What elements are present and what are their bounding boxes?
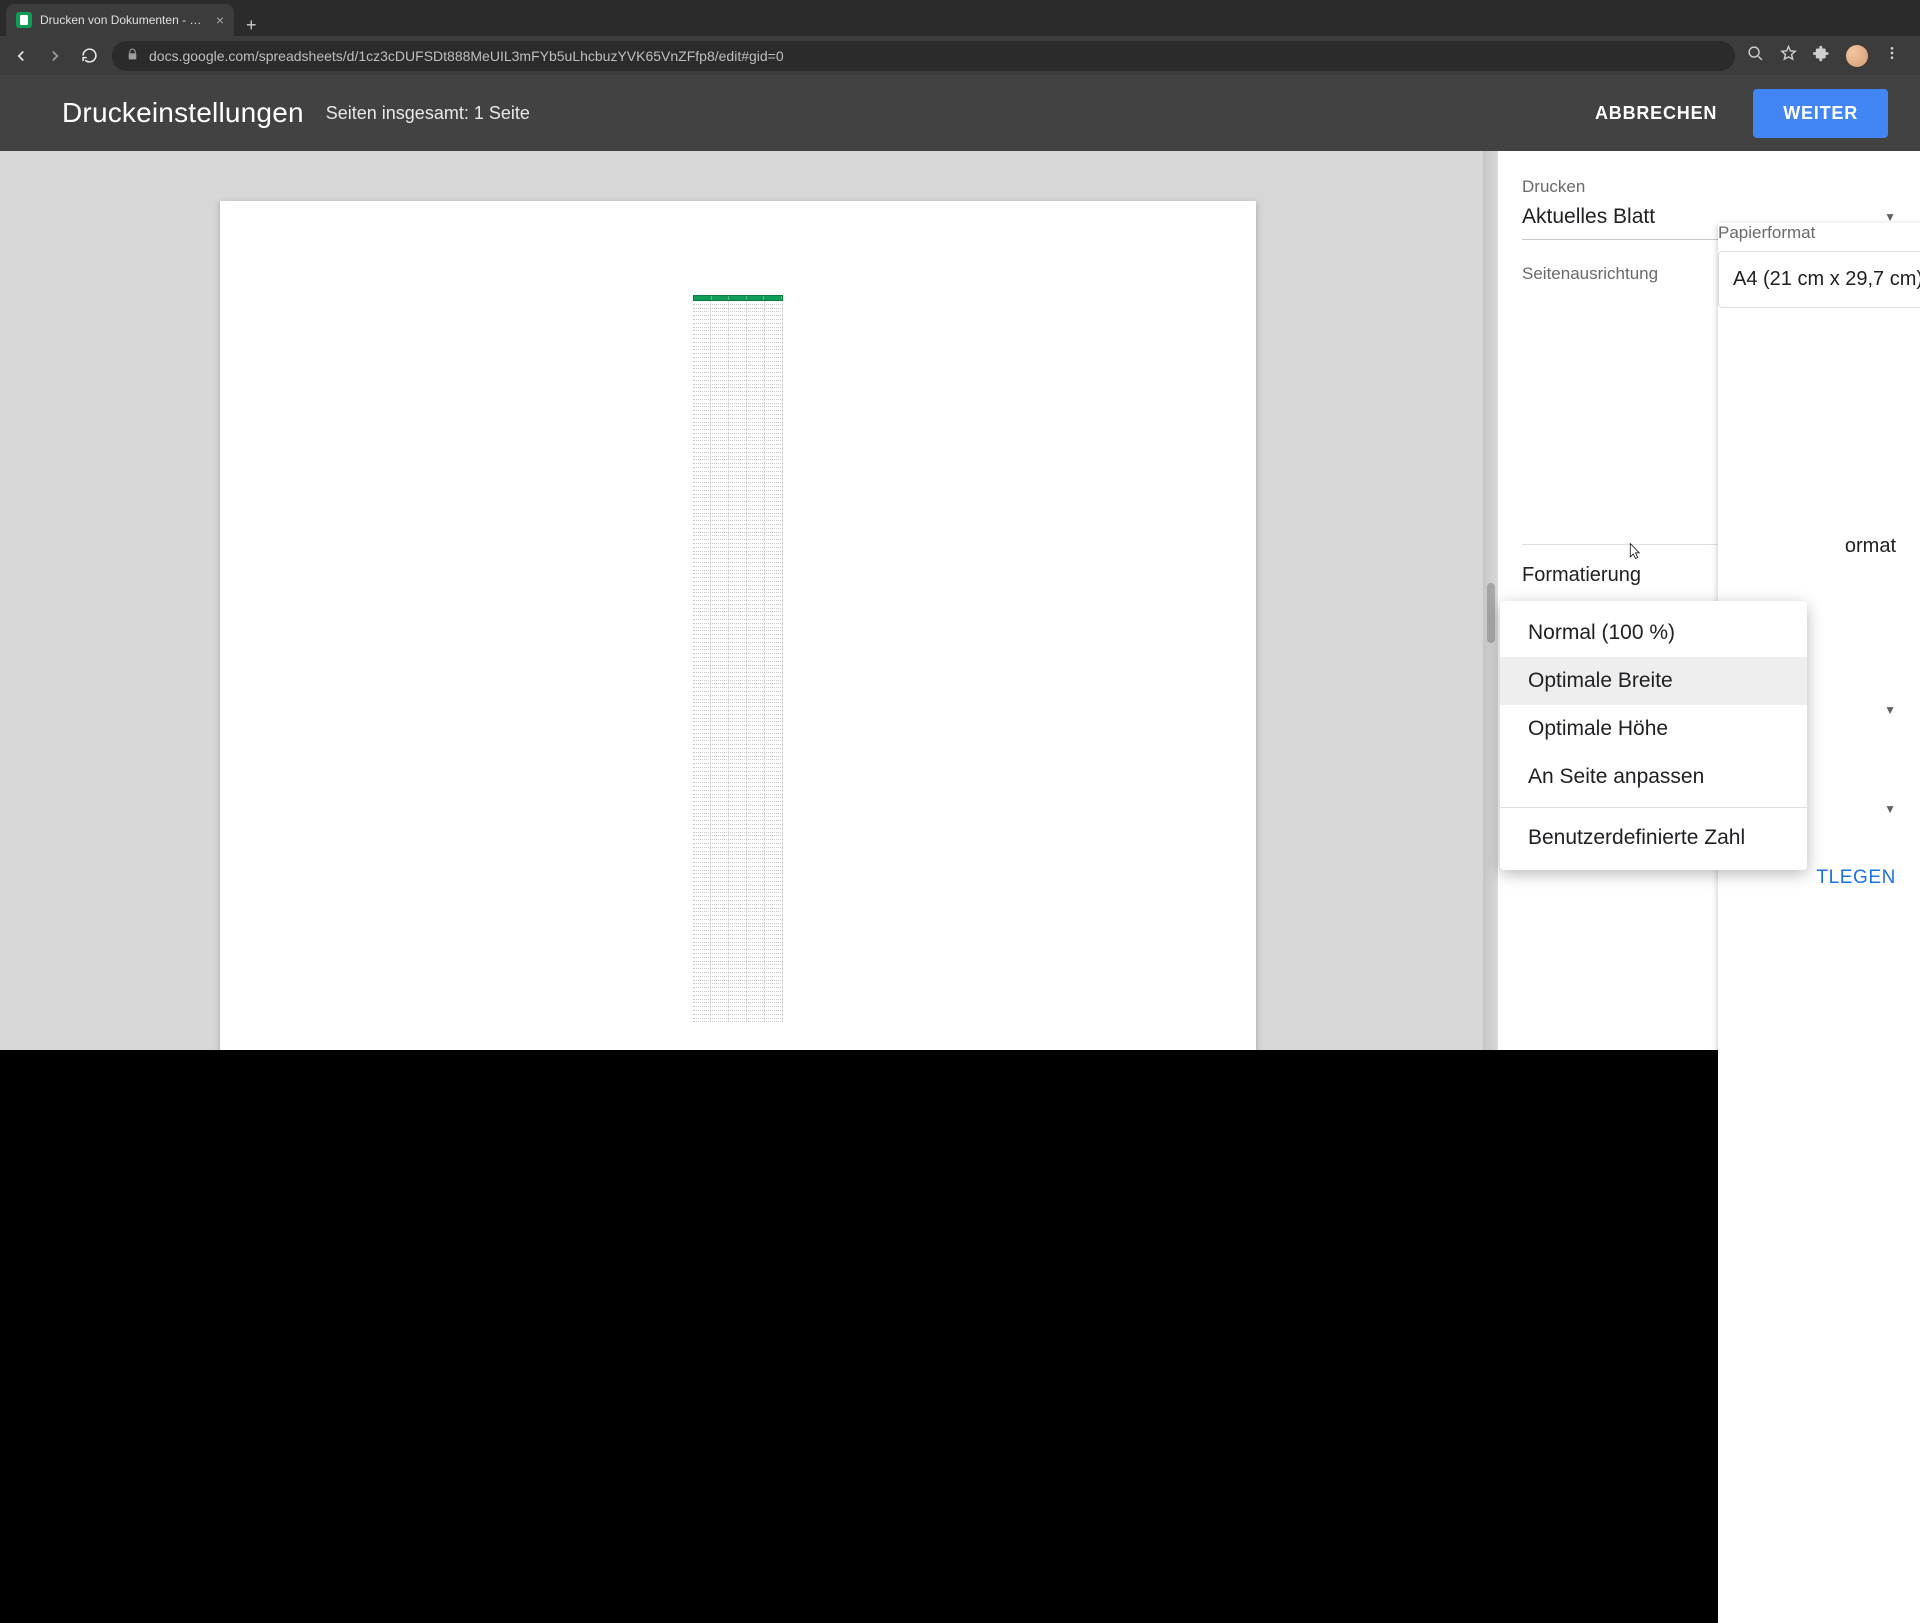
print-target-label: Drucken: [1522, 177, 1896, 197]
next-button[interactable]: WEITER: [1753, 89, 1888, 138]
paper-format-label: Papierformat: [1718, 223, 1920, 243]
main-content: Drucken Aktuelles Blatt ▼ Papierformat A…: [0, 151, 1920, 1050]
set-custom-button-partial[interactable]: TLEGEN: [1816, 867, 1896, 889]
scrollbar-thumb[interactable]: [1487, 583, 1495, 643]
scale-option-normal[interactable]: Normal (100 %): [1500, 609, 1807, 657]
bottom-black-bar: [0, 1050, 1920, 1080]
tab-title: Drucken von Dokumenten - Goo: [40, 13, 208, 27]
chevron-down-icon[interactable]: ▼: [1884, 703, 1896, 717]
orientation-option-peek[interactable]: ormat: [1845, 535, 1896, 558]
scale-dropdown: Normal (100 %) Optimale Breite Optimale …: [1500, 601, 1807, 870]
print-preview[interactable]: [0, 151, 1497, 1050]
tab-bar: Drucken von Dokumenten - Goo × +: [0, 0, 1920, 36]
paper-format-select[interactable]: A4 (21 cm x 29,7 cm) ▼: [1718, 251, 1920, 308]
browser-chrome: Drucken von Dokumenten - Goo × + docs.go…: [0, 0, 1920, 75]
dropdown-divider: [1500, 807, 1807, 808]
browser-tab[interactable]: Drucken von Dokumenten - Goo ×: [6, 4, 234, 36]
back-button[interactable]: [10, 47, 32, 65]
address-bar: docs.google.com/spreadsheets/d/1cz3cDUFS…: [0, 36, 1920, 75]
scale-option-fit-width[interactable]: Optimale Breite: [1500, 657, 1807, 705]
new-tab-button[interactable]: +: [234, 15, 269, 36]
forward-button[interactable]: [44, 47, 66, 65]
bookmark-star-icon[interactable]: [1780, 45, 1797, 67]
reload-button[interactable]: [78, 47, 100, 64]
scale-option-custom[interactable]: Benutzerdefinierte Zahl: [1500, 814, 1807, 862]
url-text: docs.google.com/spreadsheets/d/1cz3cDUFS…: [149, 48, 784, 64]
paper-format-group: Papierformat A4 (21 cm x 29,7 cm) ▼: [1718, 223, 1920, 1623]
extensions-icon[interactable]: [1813, 45, 1830, 67]
print-settings-header: Druckeinstellungen Seiten insgesamt: 1 S…: [0, 75, 1920, 151]
lock-icon: [126, 48, 139, 64]
menu-icon[interactable]: [1884, 45, 1900, 66]
zoom-icon[interactable]: [1747, 45, 1764, 67]
page-count: Seiten insgesamt: 1 Seite: [326, 103, 530, 124]
settings-sidebar: Drucken Aktuelles Blatt ▼ Papierformat A…: [1497, 151, 1920, 1050]
tab-close-icon[interactable]: ×: [216, 12, 224, 28]
toolbar-right-icons: [1747, 45, 1910, 67]
page-title: Druckeinstellungen: [62, 97, 304, 129]
cancel-button[interactable]: ABBRECHEN: [1575, 91, 1737, 136]
scale-option-fit-height[interactable]: Optimale Höhe: [1500, 705, 1807, 753]
profile-avatar[interactable]: [1846, 45, 1868, 67]
chevron-down-icon: ▼: [1884, 210, 1896, 224]
sheets-favicon: [16, 12, 32, 28]
sheet-thumbnail: [693, 295, 783, 1022]
url-field[interactable]: docs.google.com/spreadsheets/d/1cz3cDUFS…: [112, 41, 1735, 71]
chevron-down-icon[interactable]: ▼: [1884, 802, 1896, 816]
scale-option-fit-page[interactable]: An Seite anpassen: [1500, 753, 1807, 801]
preview-page: [220, 201, 1256, 1050]
